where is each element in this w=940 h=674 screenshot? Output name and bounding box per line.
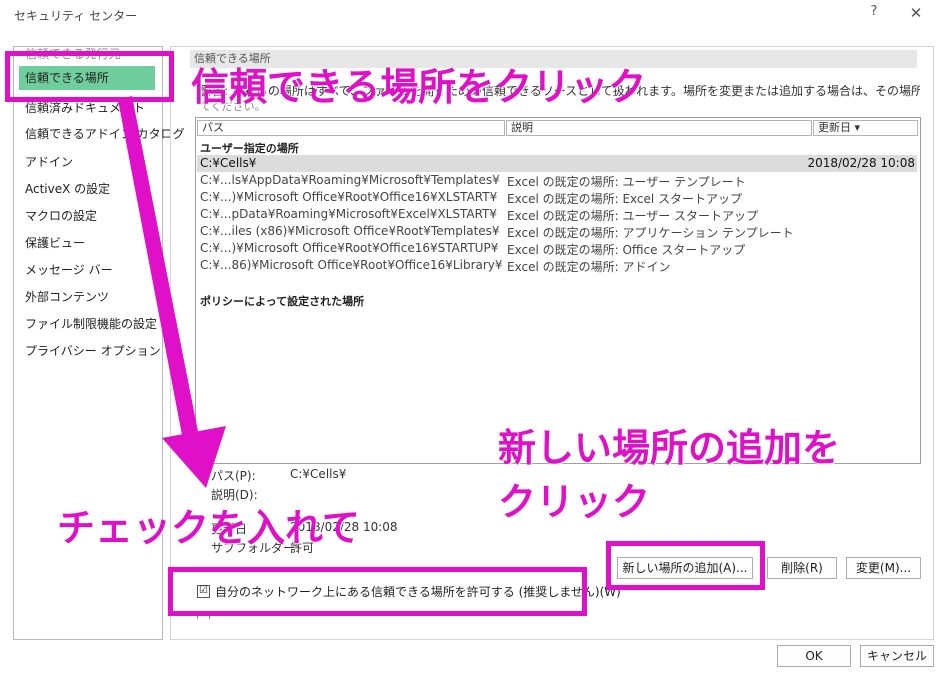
- row-desc: Excel の既定の場所: アプリケーション テンプレート: [507, 226, 794, 240]
- sidebar-item-external-content[interactable]: 外部コンテンツ: [25, 288, 109, 305]
- sidebar-item-message-bar[interactable]: メッセージ バー: [25, 261, 113, 278]
- table-row[interactable]: C:¥...86)¥Microsoft Office¥Root¥Office16…: [197, 257, 917, 274]
- table-row[interactable]: C:¥...pData¥Roaming¥Microsoft¥Excel¥XLST…: [197, 206, 917, 223]
- highlight-trusted-locations: [5, 51, 174, 102]
- help-button[interactable]: ?: [862, 4, 886, 24]
- row-path: C:¥...)¥Microsoft Office¥Root¥Office16¥S…: [200, 241, 499, 255]
- row-desc: Excel の既定の場所: Excel スタートアップ: [507, 192, 743, 206]
- group-policy-locations: ポリシーによって設定された場所: [200, 295, 365, 308]
- table-row[interactable]: C:¥Cells¥ 2018/02/28 10:08: [197, 155, 917, 172]
- row-path: C:¥...86)¥Microsoft Office¥Root¥Office16…: [200, 258, 503, 272]
- detail-path-label: パス(P):: [211, 469, 256, 483]
- row-desc: Excel の既定の場所: ユーザー テンプレート: [507, 175, 746, 189]
- sidebar-item-file-block[interactable]: ファイル制限機能の設定: [25, 315, 157, 332]
- callout-click-trusted: 信頼できる場所をクリック: [191, 65, 647, 109]
- detail-path-value: C:¥Cells¥: [290, 467, 347, 481]
- sidebar-item-addin-catalogs[interactable]: 信頼できるアドイン カタログ: [25, 125, 185, 142]
- row-desc: Excel の既定の場所: アドイン: [507, 260, 671, 274]
- callout-click-add-1: 新しい場所の追加を: [498, 426, 841, 470]
- highlight-network-checkbox: [168, 567, 587, 616]
- ok-button[interactable]: OK: [777, 645, 851, 667]
- row-path: C:¥...iles (x86)¥Microsoft Office¥Root¥T…: [200, 224, 500, 238]
- row-path: C:¥...)¥Microsoft Office¥Root¥Office16¥X…: [200, 190, 498, 204]
- table-row[interactable]: C:¥...)¥Microsoft Office¥Root¥Office16¥X…: [197, 189, 917, 206]
- callout-check-it: チェックを入れて: [57, 506, 360, 550]
- window-title: セキュリティ センター: [14, 9, 138, 23]
- table-row[interactable]: C:¥...)¥Microsoft Office¥Root¥Office16¥S…: [197, 240, 917, 257]
- highlight-add-button: [606, 541, 765, 590]
- sidebar-item-privacy[interactable]: プライバシー オプション: [25, 342, 161, 359]
- modify-button[interactable]: 変更(M)...: [846, 557, 921, 579]
- column-header-modified[interactable]: 更新日 ▾: [813, 120, 918, 136]
- sidebar-item-activex[interactable]: ActiveX の設定: [25, 180, 110, 197]
- callout-click-add-2: クリック: [498, 480, 651, 524]
- close-icon[interactable]: ✕: [904, 4, 928, 24]
- remove-button[interactable]: 削除(R): [767, 557, 837, 579]
- row-path: C:¥...ls¥AppData¥Roaming¥Microsoft¥Templ…: [200, 173, 500, 187]
- sidebar-item-addins[interactable]: アドイン: [25, 153, 73, 170]
- column-header-description[interactable]: 説明: [506, 120, 812, 136]
- row-path: C:¥Cells¥: [200, 156, 257, 170]
- title-bar: [0, 0, 940, 30]
- row-desc: Excel の既定の場所: ユーザー スタートアップ: [507, 209, 759, 223]
- column-header-path[interactable]: パス: [197, 120, 505, 136]
- cancel-button[interactable]: キャンセル: [860, 645, 934, 667]
- table-row[interactable]: C:¥...iles (x86)¥Microsoft Office¥Root¥T…: [197, 223, 917, 240]
- table-row[interactable]: C:¥...ls¥AppData¥Roaming¥Microsoft¥Templ…: [197, 172, 917, 189]
- sidebar-item-macro[interactable]: マクロの設定: [25, 207, 97, 224]
- row-desc: Excel の既定の場所: Office スタートアップ: [507, 243, 746, 257]
- row-path: C:¥...pData¥Roaming¥Microsoft¥Excel¥XLST…: [200, 207, 498, 221]
- sidebar-item-protected-view[interactable]: 保護ビュー: [25, 234, 85, 251]
- row-date: 2018/02/28 10:08: [807, 156, 915, 170]
- group-user-locations: ユーザー指定の場所: [200, 142, 299, 155]
